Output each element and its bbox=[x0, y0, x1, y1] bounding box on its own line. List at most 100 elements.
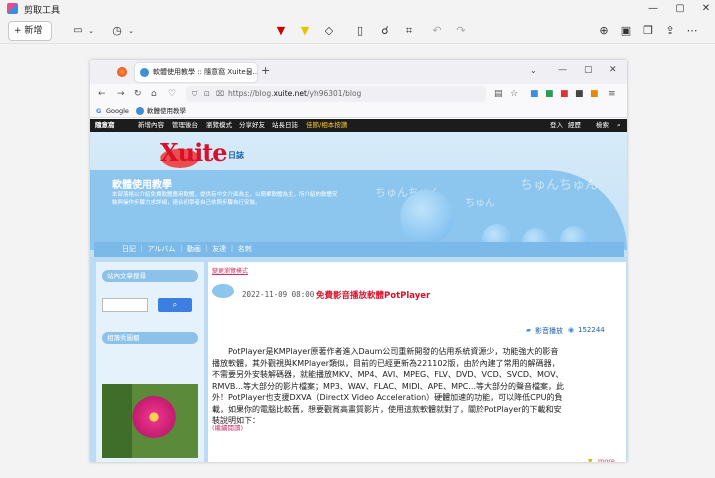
topbar-link[interactable]: 新增內容 bbox=[138, 119, 164, 132]
home-icon[interactable]: ⌂ bbox=[151, 87, 157, 101]
chevron-down-icon[interactable]: ⌄ bbox=[86, 23, 96, 39]
logo-sub: 日誌 bbox=[228, 151, 244, 160]
xuite-home-link[interactable]: 隨意窩 bbox=[95, 119, 115, 132]
url-prefix: https://blog. bbox=[228, 89, 274, 98]
new-snip-button[interactable]: + 新增 bbox=[8, 21, 52, 41]
nav-friends[interactable]: 友達 bbox=[212, 245, 226, 253]
search-icon[interactable]: ⌕ bbox=[617, 119, 621, 132]
login-link[interactable]: 登入 bbox=[550, 119, 563, 132]
tab-title: 軟體使用教學 :: 隨意窩 Xuite日... bbox=[153, 68, 257, 76]
extension-icon[interactable]: ■ bbox=[560, 87, 569, 101]
crop-icon[interactable]: ⌗ bbox=[403, 23, 415, 39]
extension-icon[interactable]: ■ bbox=[530, 87, 539, 101]
bookmark-blog[interactable]: 軟體使用教學 bbox=[147, 104, 186, 118]
save-icon[interactable]: ▣ bbox=[620, 23, 632, 39]
more-options-icon[interactable]: ⋯ bbox=[686, 23, 698, 39]
views-icon: ◉ bbox=[568, 326, 575, 334]
xuite-logo: Xuite bbox=[160, 138, 228, 167]
url-bar[interactable]: ⛉ ⊡ ⌧ https://blog.xuite.net/yh96301/blo… bbox=[186, 86, 486, 102]
sidebar-photo-title: 相簿秀圖櫃 bbox=[102, 332, 198, 344]
url-domain: xuite.net bbox=[273, 89, 307, 98]
reader-view-icon[interactable]: ▤ bbox=[494, 87, 503, 101]
sidebar-search-button[interactable]: ⌕ bbox=[158, 298, 192, 312]
browser-nav-bar: ← → ↻ ⌂ ♡ ⛉ ⊡ ⌧ https://blog.xuite.net/y… bbox=[90, 84, 627, 104]
forward-icon[interactable]: → bbox=[117, 87, 125, 101]
copy-icon[interactable]: ❐ bbox=[642, 23, 654, 39]
topbar-link[interactable]: 分享好友 bbox=[239, 119, 265, 132]
topbar-link[interactable]: 檢索 bbox=[596, 119, 609, 132]
browser-tab-active[interactable]: 軟體使用教學 :: 隨意窩 Xuite日... ✕ bbox=[135, 63, 257, 82]
blog-title: 軟體使用教學 bbox=[112, 180, 172, 191]
pen-icon[interactable]: ▼ bbox=[275, 23, 287, 39]
minimize-button[interactable]: — bbox=[646, 2, 660, 16]
extension-icon[interactable]: ■ bbox=[545, 87, 554, 101]
sidebar-photo[interactable] bbox=[102, 384, 198, 458]
highlighter-icon[interactable]: ▼ bbox=[299, 23, 311, 39]
undo-icon[interactable]: ↶ bbox=[431, 23, 443, 39]
lock-icon: ⊡ bbox=[204, 90, 210, 98]
nav-album[interactable]: アルバム bbox=[147, 245, 175, 253]
flower-image bbox=[132, 396, 176, 438]
bookmark-google[interactable]: Google bbox=[106, 104, 129, 118]
bookmark-star-icon[interactable]: ☆ bbox=[510, 87, 518, 101]
cloud-icon bbox=[212, 284, 234, 298]
xuite-favicon bbox=[140, 68, 149, 77]
photo-shade bbox=[102, 384, 132, 458]
bookmarks-toolbar: G Google 軟體使用教學 bbox=[90, 104, 627, 118]
post-date: 2022-11-09 08:00 bbox=[242, 290, 315, 299]
browser-maximize-icon[interactable]: ▢ bbox=[584, 65, 593, 75]
share-icon[interactable]: ⇪ bbox=[664, 23, 676, 39]
topbar-link[interactable]: 佳節/相本按讚 bbox=[306, 119, 347, 132]
post-main: 變更瀏覽模式 2022-11-09 08:00 免費影音播放軟體PotPlaye… bbox=[208, 262, 626, 462]
sidebar: 站內文章搜尋 ⌕ 相簿秀圖櫃 bbox=[96, 262, 204, 462]
url-path: /yh96301/blog bbox=[307, 89, 362, 98]
snip-mode-icon[interactable]: ▭ bbox=[72, 23, 84, 39]
extension-icon[interactable]: ■ bbox=[575, 87, 584, 101]
zoom-icon[interactable]: ⊕ bbox=[598, 23, 610, 39]
permissions-icon: ⌧ bbox=[216, 90, 225, 98]
new-tab-icon[interactable]: + bbox=[261, 64, 270, 77]
snip-title-bar: 剪取工具 — ▢ ✕ bbox=[0, 0, 715, 18]
maximize-button[interactable]: ▢ bbox=[673, 2, 687, 16]
tab-list-icon[interactable]: ⌄ bbox=[530, 66, 537, 75]
browser-tab-strip: 軟體使用教學 :: 隨意窩 Xuite日... ✕ + ⌄ — ▢ ✕ bbox=[90, 60, 627, 84]
post-category[interactable]: 影音播放 bbox=[535, 326, 563, 336]
post-title[interactable]: 免費影音播放軟體PotPlayer bbox=[316, 289, 430, 301]
browser-minimize-icon[interactable]: — bbox=[558, 65, 567, 75]
read-more-link[interactable]: (繼續閱讀) bbox=[212, 422, 243, 432]
reload-icon[interactable]: ↻ bbox=[134, 87, 142, 101]
topbar-link[interactable]: 站長日誌 bbox=[272, 119, 298, 132]
eraser-icon[interactable]: ◇ bbox=[323, 23, 335, 39]
browser-close-icon[interactable]: ✕ bbox=[609, 65, 617, 75]
post-views: 152244 bbox=[578, 326, 605, 334]
more-link[interactable]: more bbox=[598, 457, 615, 462]
close-button[interactable]: ✕ bbox=[699, 2, 713, 16]
nav-diary[interactable]: 日記 bbox=[122, 245, 136, 253]
touch-writing-icon[interactable]: ☌ bbox=[379, 23, 391, 39]
chevron-down-icon[interactable]: ⌄ bbox=[126, 23, 136, 39]
firefox-icon bbox=[117, 67, 127, 77]
back-icon[interactable]: ← bbox=[98, 87, 106, 101]
ruler-icon[interactable]: ▯ bbox=[355, 23, 365, 39]
app-title: 剪取工具 bbox=[24, 6, 61, 16]
redo-icon[interactable]: ↷ bbox=[455, 23, 467, 39]
timer-icon[interactable]: ◷ bbox=[110, 23, 124, 39]
menu-icon[interactable]: ≡ bbox=[608, 87, 616, 101]
topbar-link[interactable]: 管理後台 bbox=[172, 119, 198, 132]
blog-desc-line1: 本部落格以介紹免費軟體應用軟體，提供有中文介面為主，以簡單軟體為主，所介紹的軟體… bbox=[112, 192, 338, 198]
sidebar-search-input[interactable] bbox=[102, 298, 148, 312]
more-arrow-icon: ▼ bbox=[588, 458, 593, 462]
xuite-top-bar: 隨意窩 新增內容 管理後台 瀏覽模式 分享好友 站長日誌 佳節/相本按讚 登入 … bbox=[90, 119, 627, 132]
header-decoration: ちゅんちゅん bbox=[520, 178, 599, 193]
browse-mode-link[interactable]: 變更瀏覽模式 bbox=[212, 266, 248, 275]
tab-close-icon[interactable]: ✕ bbox=[246, 63, 253, 82]
nav-card[interactable]: 名刺 bbox=[238, 245, 252, 253]
folder-icon: ▰ bbox=[526, 326, 531, 334]
nav-video[interactable]: 動画 bbox=[187, 245, 201, 253]
post-body: PotPlayer是KMPlayer原著作者進入Daum公司重新開發的佔用系統資… bbox=[212, 347, 565, 425]
pocket-icon[interactable]: ♡ bbox=[168, 87, 176, 101]
blog-desc-line2: 裝與操作步驟力求詳細，適合初學者自己依照步驟自行安裝。 bbox=[112, 200, 261, 206]
extension-icon[interactable]: ■ bbox=[590, 87, 599, 101]
topbar-link[interactable]: 經歷 bbox=[568, 119, 581, 132]
topbar-link[interactable]: 瀏覽模式 bbox=[206, 119, 232, 132]
